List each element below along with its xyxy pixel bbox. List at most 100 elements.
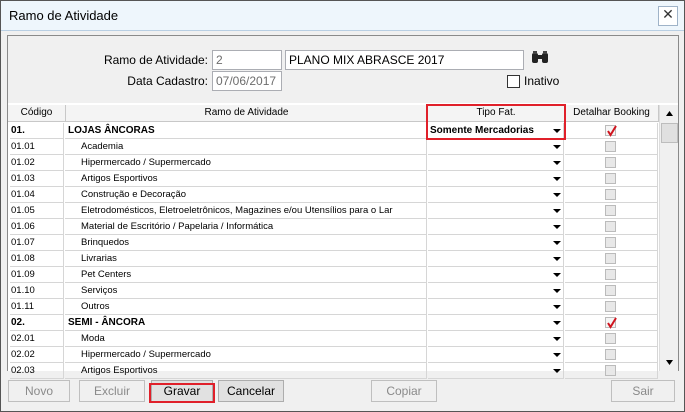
tipo-fat-dropdown[interactable] xyxy=(428,331,564,347)
cancelar-button[interactable]: Cancelar xyxy=(218,380,284,402)
gravar-highlight xyxy=(149,383,215,403)
arrow-up-icon xyxy=(666,111,673,116)
detalhar-booking-checkbox[interactable] xyxy=(605,205,616,216)
detalhar-booking-checkbox[interactable] xyxy=(605,285,616,296)
cell-codigo: 02. xyxy=(10,315,64,331)
detalhar-booking-checkbox[interactable] xyxy=(605,221,616,232)
ramo-atividade-window: Ramo de Atividade ✕ Ramo de Atividade: 2… xyxy=(0,0,685,412)
excluir-button[interactable]: Excluir xyxy=(79,380,145,402)
detalhar-booking-checkbox[interactable] xyxy=(605,253,616,264)
table-row[interactable]: 01.05 Eletrodomésticos, Eletroeletrônicos… xyxy=(8,203,658,219)
detalhar-booking-checkbox[interactable] xyxy=(605,349,616,360)
tipo-fat-dropdown[interactable] xyxy=(428,139,564,155)
tipo-fat-dropdown[interactable] xyxy=(428,315,564,331)
dropdown-arrow-icon[interactable] xyxy=(553,193,561,197)
table-row[interactable]: 02.02 Hipermercado / Supermercado xyxy=(8,347,658,363)
tipo-fat-dropdown[interactable] xyxy=(428,219,564,235)
detalhar-booking-checkbox[interactable] xyxy=(605,173,616,184)
table-row[interactable]: 01.02 Hipermercado / Supermercado xyxy=(8,155,658,171)
table-row[interactable]: 01.08 Livrarias xyxy=(8,251,658,267)
tipo-fat-dropdown[interactable] xyxy=(428,251,564,267)
detalhar-booking-checkbox[interactable] xyxy=(605,237,616,248)
table-row[interactable]: 01.07 Brinquedos xyxy=(8,235,658,251)
cell-ramo: Outros xyxy=(65,299,427,315)
dropdown-arrow-icon[interactable] xyxy=(553,289,561,293)
tipo-fat-dropdown[interactable] xyxy=(428,187,564,203)
content-panel: Ramo de Atividade: 2 PLANO MIX ABRASCE 2… xyxy=(7,35,679,379)
close-button[interactable]: ✕ xyxy=(658,6,678,26)
table-row[interactable]: 01.11 Outros xyxy=(8,299,658,315)
cell-detalhar-booking xyxy=(565,171,658,187)
tipo-fat-dropdown[interactable] xyxy=(428,203,564,219)
dropdown-arrow-icon[interactable] xyxy=(553,225,561,229)
tipo-fat-dropdown[interactable] xyxy=(428,155,564,171)
tipo-fat-dropdown[interactable] xyxy=(428,299,564,315)
dropdown-arrow-icon[interactable] xyxy=(553,353,561,357)
cell-detalhar-booking xyxy=(565,251,658,267)
tipo-fat-dropdown[interactable] xyxy=(428,283,564,299)
sair-button[interactable]: Sair xyxy=(611,380,675,402)
dropdown-arrow-icon[interactable] xyxy=(553,321,561,325)
cell-detalhar-booking xyxy=(565,123,658,139)
detalhar-booking-checkbox[interactable] xyxy=(605,157,616,168)
table-row[interactable]: 01.01 Academia xyxy=(8,139,658,155)
col-header-codigo[interactable]: Código xyxy=(8,105,66,122)
dropdown-arrow-icon[interactable] xyxy=(553,209,561,213)
detalhar-booking-checkbox[interactable] xyxy=(605,333,616,344)
inativo-label: Inativo xyxy=(524,74,560,88)
dropdown-arrow-icon[interactable] xyxy=(553,257,561,261)
dropdown-arrow-icon[interactable] xyxy=(553,161,561,165)
dropdown-arrow-icon[interactable] xyxy=(553,337,561,341)
table-row[interactable]: 02.01 Moda xyxy=(8,331,658,347)
cell-codigo: 02.02 xyxy=(10,347,64,363)
cell-codigo: 01. xyxy=(10,123,64,139)
col-header-ramo[interactable]: Ramo de Atividade xyxy=(66,105,428,122)
col-header-detalhar-booking[interactable]: Detalhar Booking xyxy=(565,105,659,122)
dropdown-arrow-icon[interactable] xyxy=(553,145,561,149)
cell-detalhar-booking xyxy=(565,347,658,363)
inativo-checkbox[interactable] xyxy=(507,75,520,88)
tipo-fat-dropdown[interactable] xyxy=(428,235,564,251)
table-row[interactable]: 01.03 Artigos Esportivos xyxy=(8,171,658,187)
table-row[interactable]: 01.04 Construção e Decoração xyxy=(8,187,658,203)
ramo-name-field[interactable]: PLANO MIX ABRASCE 2017 xyxy=(285,50,524,70)
copiar-button[interactable]: Copiar xyxy=(371,380,437,402)
table-row[interactable]: 02. SEMI - ÂNCORA xyxy=(8,315,658,331)
novo-button[interactable]: Novo xyxy=(8,380,70,402)
tipo-fat-dropdown[interactable] xyxy=(428,267,564,283)
dropdown-arrow-icon[interactable] xyxy=(553,305,561,309)
detalhar-booking-checkbox[interactable] xyxy=(605,269,616,280)
cell-codigo: 01.09 xyxy=(10,267,64,283)
detalhar-booking-checkbox[interactable] xyxy=(605,141,616,152)
cell-codigo: 01.08 xyxy=(10,251,64,267)
data-cadastro-label: Data Cadastro: xyxy=(127,74,208,88)
detalhar-booking-checkbox[interactable] xyxy=(605,125,617,137)
detalhar-booking-checkbox[interactable] xyxy=(605,189,616,200)
title-bar: Ramo de Atividade ✕ xyxy=(1,1,684,31)
cell-codigo: 01.04 xyxy=(10,187,64,203)
scroll-thumb[interactable] xyxy=(661,123,678,143)
cell-detalhar-booking xyxy=(565,187,658,203)
dropdown-arrow-icon[interactable] xyxy=(553,177,561,181)
dropdown-arrow-icon[interactable] xyxy=(553,241,561,245)
dropdown-arrow-icon[interactable] xyxy=(553,369,561,373)
table-row[interactable]: 01.09 Pet Centers xyxy=(8,267,658,283)
detalhar-booking-checkbox[interactable] xyxy=(605,301,616,312)
scroll-down-button[interactable] xyxy=(661,354,678,371)
button-bar: Novo Excluir Gravar Cancelar Copiar Sair xyxy=(7,377,679,407)
data-cadastro-field[interactable]: 07/06/2017 xyxy=(212,71,282,91)
tipo-fat-dropdown[interactable] xyxy=(428,347,564,363)
dropdown-arrow-icon[interactable] xyxy=(553,273,561,277)
cell-ramo: Hipermercado / Supermercado xyxy=(65,155,427,171)
tipo-fat-dropdown[interactable] xyxy=(428,171,564,187)
ramo-code-field[interactable]: 2 xyxy=(212,50,282,70)
detalhar-booking-checkbox[interactable] xyxy=(605,317,617,329)
detalhar-booking-checkbox[interactable] xyxy=(605,365,616,376)
scroll-up-button[interactable] xyxy=(661,105,678,122)
cell-ramo: Hipermercado / Supermercado xyxy=(65,347,427,363)
cell-detalhar-booking xyxy=(565,267,658,283)
table-row[interactable]: 01.06 Material de Escritório / Papelaria … xyxy=(8,219,658,235)
vertical-scrollbar[interactable] xyxy=(659,105,678,371)
table-row[interactable]: 01.10 Serviços xyxy=(8,283,658,299)
binoculars-icon[interactable] xyxy=(530,50,550,66)
